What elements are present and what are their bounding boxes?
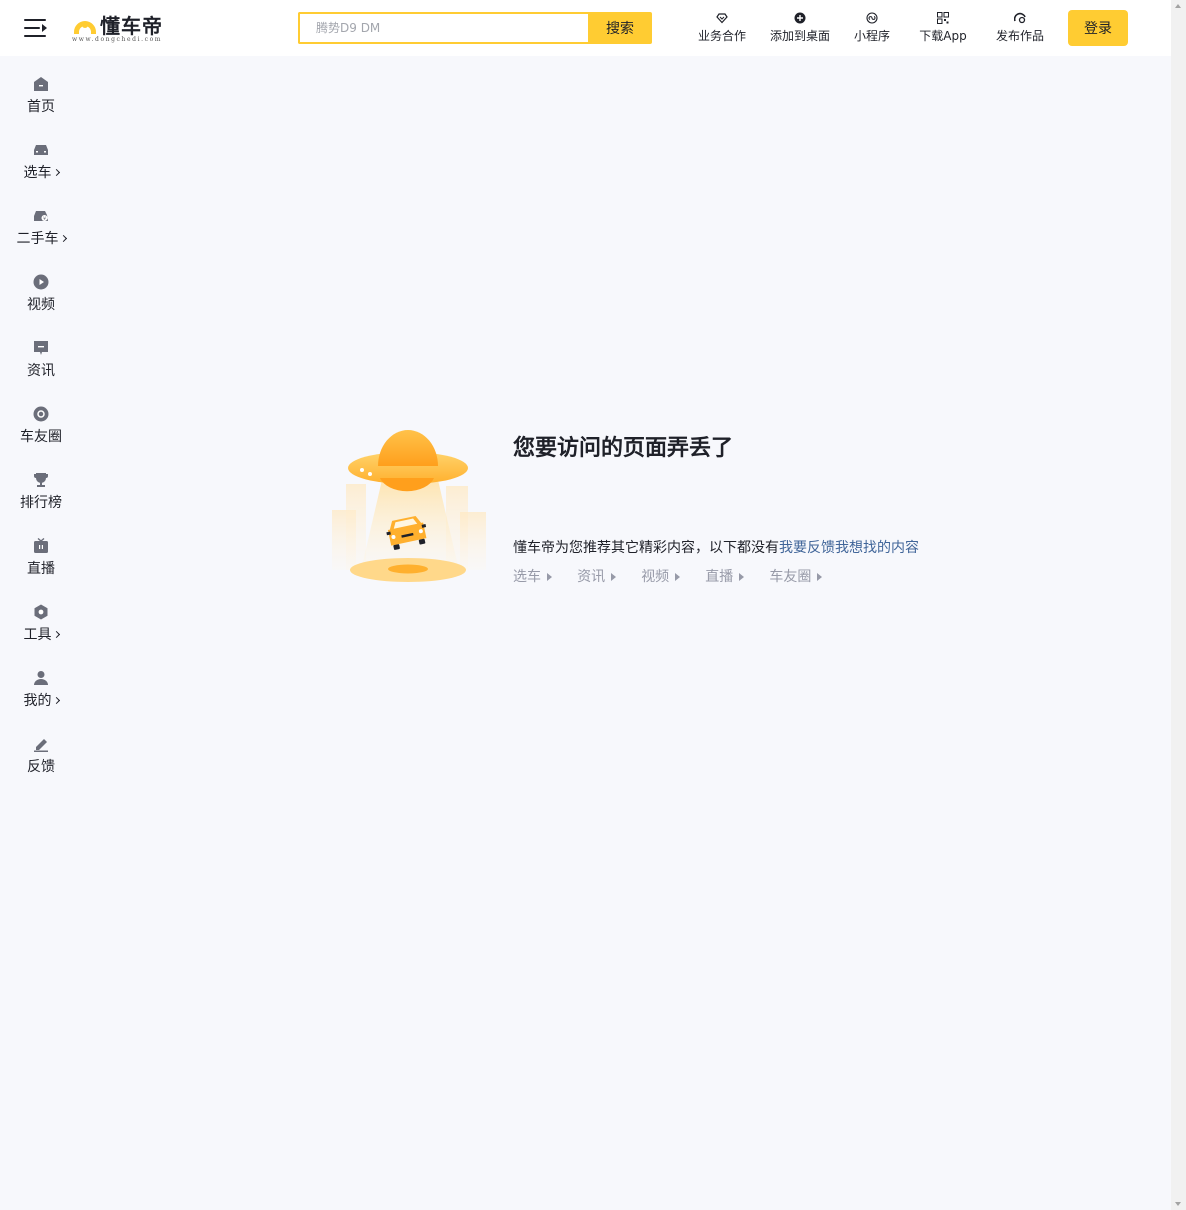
mini-program-icon <box>866 12 878 24</box>
sidebar-item-label: 车友圈 <box>20 429 62 445</box>
sidebar-item-select-car[interactable]: 选车 <box>0 122 82 182</box>
chevron-right-icon <box>52 696 60 705</box>
logo-subtext: www.dongchedi.com <box>72 36 163 43</box>
caret-right-icon <box>817 573 823 581</box>
home-icon <box>34 77 48 91</box>
sidebar-item-ranking[interactable]: 排行榜 <box>0 452 82 512</box>
menu-line-icon <box>24 35 46 37</box>
caret-right-icon <box>739 573 745 581</box>
search-input[interactable] <box>298 12 590 44</box>
recommend-link-news[interactable]: 资讯 <box>577 566 617 586</box>
error-title: 您要访问的页面弄丢了 <box>513 436 734 461</box>
sidebar-item-label: 选车 <box>0 162 82 182</box>
sidebar-item-label: 反馈 <box>27 759 55 775</box>
sidebar-item-label: 视频 <box>27 297 55 313</box>
menu-line-icon <box>24 27 40 29</box>
nav-download-app-label: 下载App <box>919 29 967 43</box>
ufo-car-illustration-icon <box>332 430 486 582</box>
sidebar-item-mine[interactable]: 我的 <box>0 650 82 710</box>
nav-business-label: 业务合作 <box>697 29 746 43</box>
qr-code-icon <box>937 12 949 24</box>
sidebar-item-used-car[interactable]: ¥ 二手车 <box>0 188 82 248</box>
publish-icon <box>1014 12 1026 24</box>
search-box: 搜索 <box>298 12 652 44</box>
menu-line-icon <box>24 19 46 21</box>
trophy-icon <box>34 473 48 487</box>
nav-publish[interactable]: 发布作品 <box>994 10 1046 50</box>
sidebar-item-video[interactable]: 视频 <box>0 254 82 314</box>
caret-right-icon <box>547 573 552 581</box>
plus-circle-icon <box>794 12 806 24</box>
svg-text:¥: ¥ <box>43 216 46 222</box>
user-icon <box>34 671 48 685</box>
recommend-link-community[interactable]: 车友圈 <box>769 566 823 586</box>
logo-mark-icon <box>74 21 96 34</box>
sidebar-item-label: 工具 <box>0 624 82 644</box>
news-icon <box>34 341 48 355</box>
nav-add-desktop-label: 添加到桌面 <box>769 29 830 43</box>
sidebar-item-label: 我的 <box>0 690 82 710</box>
caret-right-icon <box>675 573 681 581</box>
nav-download-app[interactable]: 下载App <box>918 10 968 50</box>
feedback-icon <box>34 739 48 752</box>
site-logo[interactable]: 懂车帝 www.dongchedi.com <box>72 12 182 46</box>
menu-arrow-icon <box>42 24 47 32</box>
scroll-up-arrow-icon[interactable] <box>1175 4 1181 8</box>
top-header: 懂车帝 www.dongchedi.com 搜索 业务合作 添加到桌面 小程序 <box>0 0 1171 56</box>
recommend-link-video[interactable]: 视频 <box>641 566 681 586</box>
sidebar-item-live[interactable]: 直播 <box>0 518 82 578</box>
sidebar-item-label: 资讯 <box>27 363 55 379</box>
nav-business[interactable]: 业务合作 <box>696 10 748 50</box>
login-button[interactable]: 登录 <box>1068 10 1128 46</box>
error-description-text: 懂车帝为您推荐其它精彩内容，以下都没有 <box>513 540 779 556</box>
play-icon <box>33 274 49 290</box>
tool-icon <box>34 604 48 620</box>
nav-mini-program-label: 小程序 <box>853 29 890 43</box>
scroll-down-arrow-icon[interactable] <box>1175 1202 1181 1206</box>
feedback-link[interactable]: 我要反馈我想找的内容 <box>779 540 919 556</box>
sidebar-item-home[interactable]: 首页 <box>0 56 82 116</box>
logo-text: 懂车帝 <box>100 14 163 38</box>
live-icon <box>34 538 48 553</box>
nav-publish-label: 发布作品 <box>995 29 1044 43</box>
sidebar-item-label: 二手车 <box>0 228 82 248</box>
sidebar-item-label: 排行榜 <box>20 495 62 511</box>
caret-right-icon <box>611 573 617 581</box>
recommend-links: 选车 资讯 视频 直播 车友圈 <box>513 566 842 586</box>
used-car-icon: ¥ <box>34 211 48 222</box>
nav-add-desktop[interactable]: 添加到桌面 <box>768 10 832 50</box>
community-icon <box>33 406 49 422</box>
recommend-link-live[interactable]: 直播 <box>705 566 745 586</box>
car-icon <box>34 145 48 155</box>
chevron-right-icon <box>52 630 60 639</box>
sidebar-item-tools[interactable]: 工具 <box>0 584 82 644</box>
recommend-link-select-car[interactable]: 选车 <box>513 566 552 586</box>
chevron-right-icon <box>52 168 60 177</box>
menu-toggle-button[interactable] <box>24 17 48 39</box>
sidebar-item-label: 首页 <box>27 99 55 115</box>
diamond-icon <box>716 13 728 24</box>
error-description: 懂车帝为您推荐其它精彩内容，以下都没有我要反馈我想找的内容 <box>513 537 919 557</box>
nav-mini-program[interactable]: 小程序 <box>852 10 892 50</box>
sidebar-item-community[interactable]: 车友圈 <box>0 386 82 446</box>
sidebar-item-feedback[interactable]: 反馈 <box>0 716 82 776</box>
sidebar-item-label: 直播 <box>27 561 55 577</box>
page-scrollbar[interactable] <box>1171 0 1186 1210</box>
chevron-right-icon <box>59 234 67 243</box>
search-button[interactable]: 搜索 <box>588 12 652 44</box>
sidebar-item-news[interactable]: 资讯 <box>0 320 82 380</box>
